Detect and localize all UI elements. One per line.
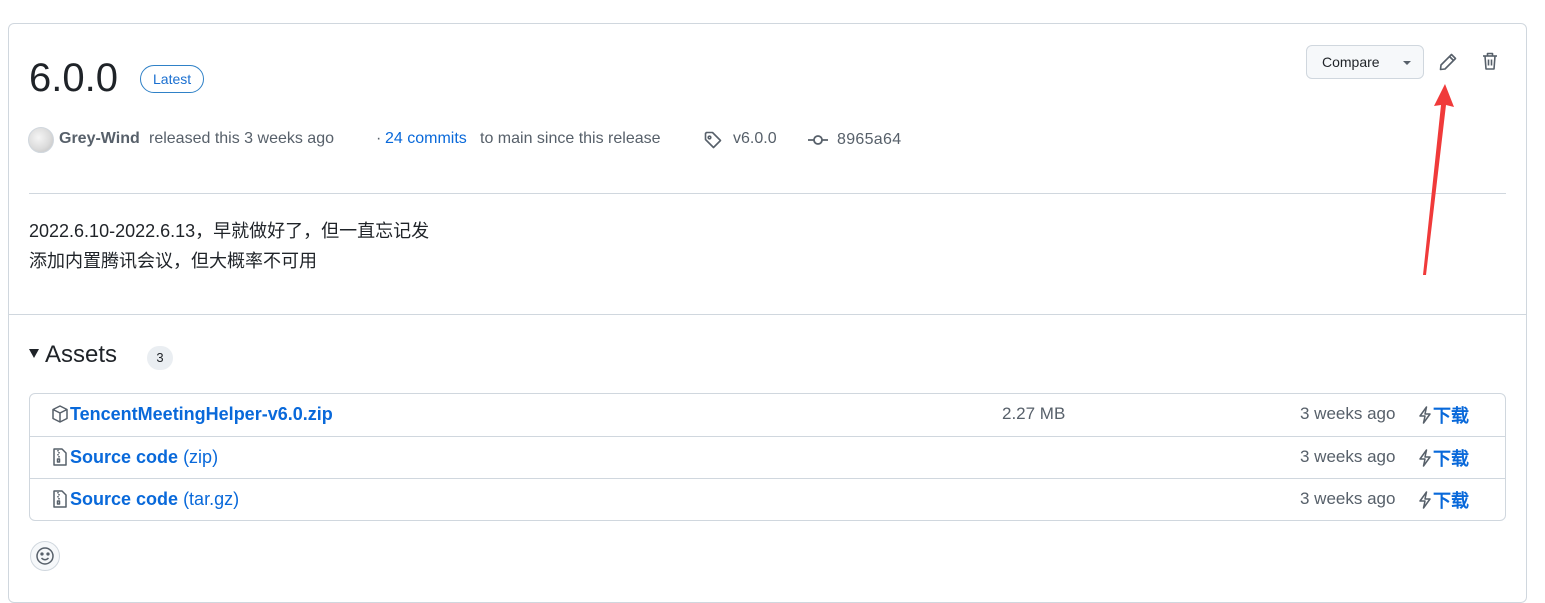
asset-row: Source code (zip) 3 weeks ago 下载 bbox=[30, 436, 1505, 478]
release-notes-line: 2022.6.10-2022.6.13，早就做好了，但一直忘记发 bbox=[29, 221, 430, 241]
asset-date: 3 weeks ago bbox=[1300, 489, 1396, 508]
bolt-icon bbox=[1419, 491, 1431, 509]
separator-dot: · bbox=[376, 130, 382, 147]
download-link[interactable]: 下载 bbox=[1418, 445, 1469, 471]
asset-format: (tar.gz) bbox=[183, 489, 240, 509]
asset-name-link[interactable]: TencentMeetingHelper-v6.0.zip bbox=[70, 404, 333, 425]
smiley-icon bbox=[36, 547, 54, 565]
asset-name: Source code bbox=[70, 489, 179, 509]
download-link[interactable]: 下载 bbox=[1418, 402, 1469, 428]
asset-size: 2.27 MB bbox=[1002, 404, 1066, 423]
divider bbox=[29, 193, 1506, 194]
bolt-icon bbox=[1419, 406, 1431, 424]
bolt-icon bbox=[1419, 449, 1431, 467]
release-meta: Grey-Wind released this 3 weeks ago · 24… bbox=[28, 126, 928, 154]
download-label: 下载 bbox=[1433, 491, 1469, 511]
edit-pencil-icon[interactable] bbox=[1436, 50, 1460, 74]
file-zip-icon bbox=[53, 490, 67, 508]
latest-badge: Latest bbox=[140, 65, 205, 93]
assets-count-badge: 3 bbox=[147, 346, 173, 370]
file-zip-icon bbox=[53, 448, 67, 466]
asset-name-link[interactable]: Source code (tar.gz) bbox=[70, 489, 239, 510]
chevron-down-icon bbox=[1403, 61, 1411, 65]
package-icon bbox=[52, 405, 68, 423]
assets-list: TencentMeetingHelper-v6.0.zip 2.27 MB 3 … bbox=[29, 393, 1506, 521]
commits-link[interactable]: 24 commits bbox=[385, 130, 467, 148]
asset-row: TencentMeetingHelper-v6.0.zip 2.27 MB 3 … bbox=[30, 394, 1505, 436]
asset-date: 3 weeks ago bbox=[1300, 447, 1396, 466]
asset-row: Source code (tar.gz) 3 weeks ago 下载 bbox=[30, 478, 1505, 520]
download-link[interactable]: 下载 bbox=[1418, 487, 1469, 513]
release-notes: 2022.6.10-2022.6.13，早就做好了，但一直忘记发 添加内置腾讯会… bbox=[29, 216, 429, 276]
compare-button-label: Compare bbox=[1322, 54, 1380, 70]
divider bbox=[9, 314, 1526, 315]
asset-name: Source code bbox=[70, 447, 179, 467]
download-label: 下载 bbox=[1433, 449, 1469, 469]
tag-link[interactable]: v6.0.0 bbox=[733, 130, 777, 148]
commit-sha-link[interactable]: 8965a64 bbox=[837, 131, 901, 149]
commits-since-text: to main since this release bbox=[480, 130, 661, 147]
asset-name-link[interactable]: Source code (zip) bbox=[70, 447, 218, 468]
annotation-arrow-icon bbox=[1423, 84, 1454, 275]
release-title[interactable]: 6.0.0 bbox=[29, 54, 118, 102]
avatar[interactable] bbox=[28, 127, 54, 153]
released-text: released this 3 weeks ago bbox=[149, 130, 334, 147]
assets-toggle[interactable]: Assets bbox=[29, 341, 117, 369]
release-notes-line: 添加内置腾讯会议，但大概率不可用 bbox=[29, 251, 317, 271]
compare-button[interactable]: Compare bbox=[1306, 45, 1424, 79]
add-reaction-button[interactable] bbox=[30, 541, 60, 571]
caret-down-icon bbox=[29, 349, 39, 359]
asset-format: (zip) bbox=[183, 447, 219, 467]
assets-title: Assets bbox=[45, 341, 118, 368]
download-label: 下载 bbox=[1433, 406, 1469, 426]
author-link[interactable]: Grey-Wind bbox=[59, 130, 140, 148]
git-commit-icon bbox=[808, 135, 828, 145]
asset-date: 3 weeks ago bbox=[1300, 404, 1396, 423]
tag-icon bbox=[704, 131, 722, 149]
trash-icon[interactable] bbox=[1478, 49, 1502, 73]
